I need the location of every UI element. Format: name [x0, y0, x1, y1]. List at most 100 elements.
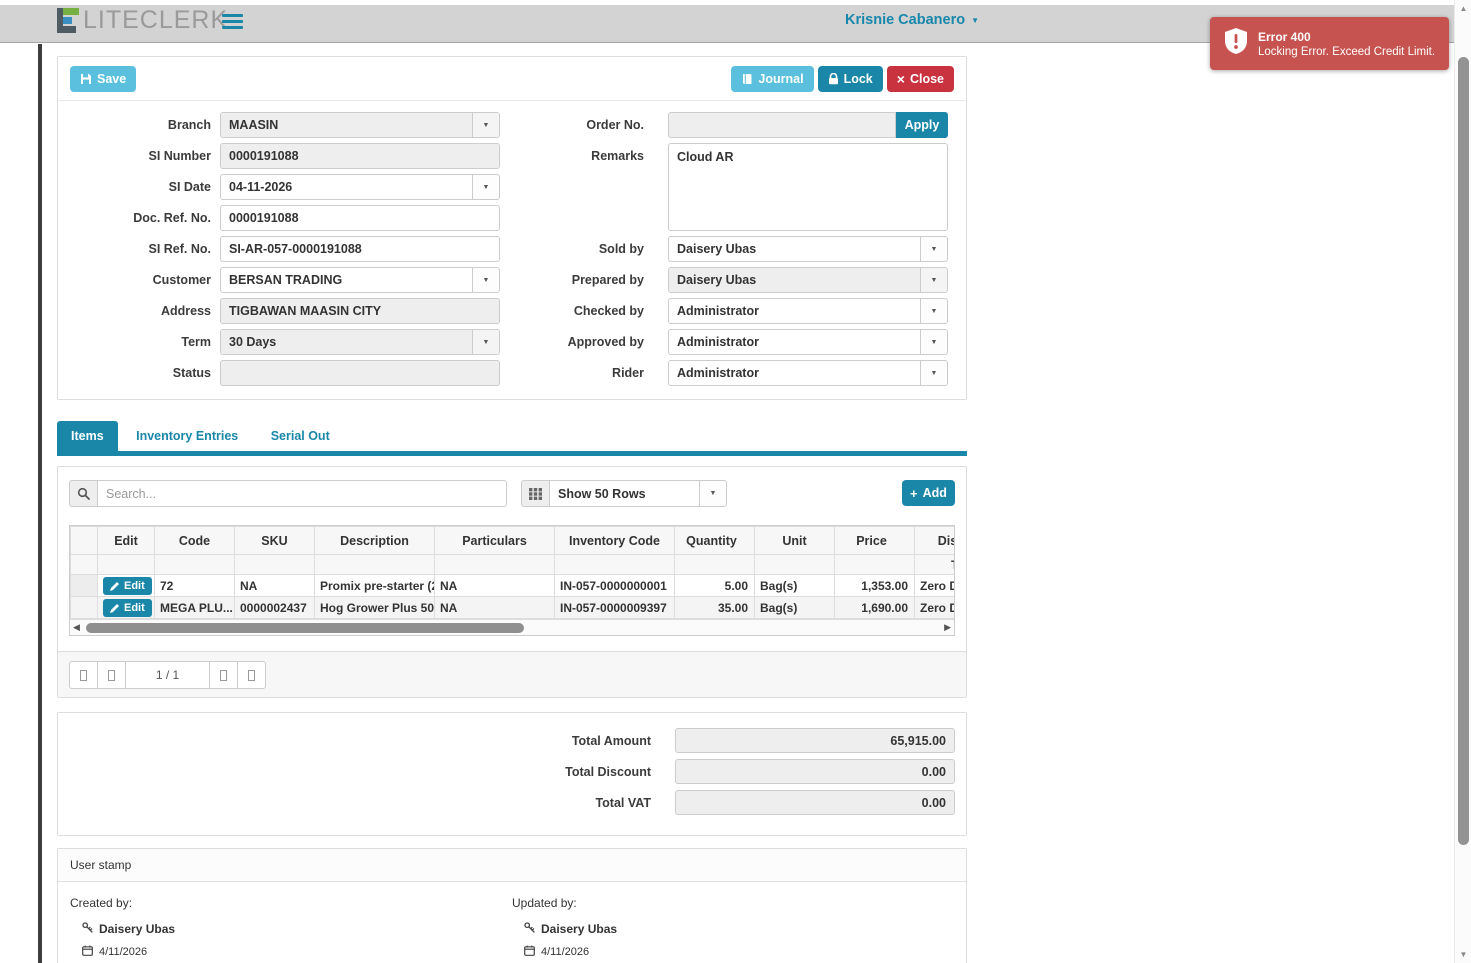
- prepared-by-select[interactable]: Daisery Ubas ▼: [668, 267, 948, 293]
- scroll-up-icon[interactable]: ▲: [1455, 4, 1471, 13]
- tab-items[interactable]: Items: [57, 421, 118, 451]
- vertical-scrollbar[interactable]: ▲ ▼: [1454, 0, 1471, 963]
- remarks-textarea[interactable]: Cloud AR: [668, 143, 948, 231]
- term-label: Term: [181, 335, 211, 349]
- cell-description: Promix pre-starter (2...: [314, 574, 435, 597]
- tab-inventory-entries[interactable]: Inventory Entries: [122, 421, 252, 451]
- chevron-down-icon: ▼: [920, 299, 947, 323]
- scroll-down-icon[interactable]: ▼: [1455, 950, 1471, 959]
- hamburger-menu-icon[interactable]: [222, 14, 243, 32]
- customer-select[interactable]: BERSAN TRADING ▼: [220, 267, 500, 293]
- updated-by-block: Updated by: Daisery Ubas 4/11/2026: [512, 894, 954, 959]
- save-button[interactable]: Save: [70, 66, 137, 92]
- horizontal-scrollbar[interactable]: ◀ ▶: [70, 619, 954, 635]
- cell-price: 1,690.00: [834, 596, 915, 619]
- detail-tabs: Items Inventory Entries Serial Out: [57, 421, 967, 456]
- checked-by-label: Checked by: [573, 304, 644, 318]
- rider-select[interactable]: Administrator ▼: [668, 360, 948, 386]
- doc-ref-no-field[interactable]: 0000191088: [220, 205, 500, 231]
- chevron-down-icon: ▼: [920, 330, 947, 354]
- cell-particulars: NA: [434, 596, 555, 619]
- items-panel: Show 50 Rows▼ +Add Ed: [57, 466, 967, 698]
- si-ref-no-field[interactable]: SI-AR-057-0000191088: [220, 236, 500, 262]
- scroll-right-icon[interactable]: ▶: [944, 622, 951, 633]
- scroll-left-icon[interactable]: ◀: [73, 622, 80, 633]
- brand-e-icon: [57, 8, 80, 33]
- subcol-discount-type: Type: [914, 554, 954, 575]
- last-page-icon: [248, 669, 255, 681]
- prev-page-button[interactable]: [97, 661, 126, 689]
- journal-button[interactable]: Journal: [731, 66, 814, 92]
- created-date: 4/11/2026: [99, 946, 148, 958]
- add-item-button[interactable]: + Add: [902, 480, 955, 506]
- total-discount-field: 0.00: [675, 759, 955, 784]
- cell-inventory-code: IN-057-0000000001: [554, 574, 675, 597]
- key-icon: [524, 922, 535, 936]
- horizontal-scroll-thumb[interactable]: [86, 623, 524, 633]
- search-input[interactable]: [97, 480, 507, 507]
- total-vat-label: Total VAT: [595, 795, 651, 810]
- chevron-down-icon: ▼: [472, 330, 499, 354]
- lock-icon: [828, 73, 838, 85]
- journal-icon: [743, 74, 752, 84]
- next-page-icon: [220, 669, 227, 681]
- app-window: LITECLERK Krisnie Cabanero ▼ Error 400 L…: [0, 0, 1471, 963]
- tab-serial-out[interactable]: Serial Out: [257, 421, 344, 451]
- user-menu[interactable]: Krisnie Cabanero ▼: [845, 12, 979, 28]
- created-by-block: Created by: Daisery Ubas 4/11/2026: [70, 894, 512, 959]
- apply-button[interactable]: Apply: [896, 112, 948, 138]
- first-page-button[interactable]: [69, 661, 98, 689]
- chevron-down-icon: ▼: [472, 113, 499, 137]
- order-no-field[interactable]: [668, 112, 896, 138]
- branch-label: Branch: [167, 118, 211, 132]
- cell-description: Hog Grower Plus 50...: [314, 596, 435, 619]
- cell-sku: NA: [234, 574, 315, 597]
- branch-select[interactable]: MAASIN ▼: [220, 112, 500, 138]
- next-page-button[interactable]: [209, 661, 238, 689]
- total-discount-label: Total Discount: [565, 764, 651, 779]
- last-page-button[interactable]: [237, 661, 266, 689]
- cell-sku: 0000002437: [234, 596, 315, 619]
- user-stamp-card: User stamp Created by: Daisery Ubas 4/11…: [57, 848, 967, 963]
- col-particulars: Particulars: [434, 526, 555, 555]
- checked-by-select[interactable]: Administrator ▼: [668, 298, 948, 324]
- edit-row-button[interactable]: Edit: [103, 576, 152, 595]
- si-date-select[interactable]: 04-11-2026 ▼: [220, 174, 500, 200]
- toast-title: Error 400: [1258, 29, 1311, 44]
- col-code: Code: [154, 526, 235, 555]
- rows-per-page-select[interactable]: Show 50 Rows ▼: [549, 480, 727, 507]
- created-by-name: Daisery Ubas: [99, 922, 176, 936]
- cell-quantity: 35.00: [674, 596, 755, 619]
- close-button[interactable]: × Close: [886, 66, 954, 92]
- cell-code: MEGA PLU...: [154, 596, 235, 619]
- chevron-down-icon: ▼: [971, 15, 979, 25]
- sold-by-select[interactable]: Daisery Ubas ▼: [668, 236, 948, 262]
- term-select[interactable]: 30 Days ▼: [220, 329, 500, 355]
- col-edit: Edit: [97, 526, 155, 555]
- items-table: Edit Code SKU Description Particulars In…: [70, 526, 954, 619]
- items-toolbar: Show 50 Rows▼ +Add: [58, 467, 966, 507]
- updated-by-label: Updated by:: [512, 896, 577, 910]
- total-amount-field: 65,915.00: [675, 728, 955, 753]
- table-row: Edit MEGA PLU... 0000002437 Hog Grower P…: [70, 596, 954, 619]
- cell-inventory-code: IN-057-0000009397: [554, 596, 675, 619]
- chevron-down-icon: ▼: [920, 237, 947, 261]
- user-name: Krisnie Cabanero: [845, 12, 966, 28]
- lock-button[interactable]: Lock: [817, 66, 883, 92]
- totals-card: Total Amount 65,915.00 Total Discount 0.…: [57, 712, 967, 836]
- chevron-down-icon: ▼: [472, 175, 499, 199]
- chevron-down-icon: ▼: [920, 268, 947, 292]
- grid-icon: [521, 480, 549, 507]
- pencil-icon: [110, 603, 119, 613]
- approved-by-select[interactable]: Administrator ▼: [668, 329, 948, 355]
- edit-row-button[interactable]: Edit: [103, 598, 152, 617]
- col-sku: SKU: [234, 526, 315, 555]
- floppy-icon: [81, 74, 91, 84]
- doc-ref-no-label: Doc. Ref. No.: [133, 211, 211, 225]
- error-toast: Error 400 Locking Error. Exceed Credit L…: [1210, 17, 1449, 70]
- address-label: Address: [160, 304, 211, 318]
- customer-label: Customer: [152, 273, 211, 287]
- vertical-scroll-thumb[interactable]: [1458, 57, 1469, 845]
- col-rowhead: [70, 526, 98, 555]
- status-field: [220, 360, 500, 386]
